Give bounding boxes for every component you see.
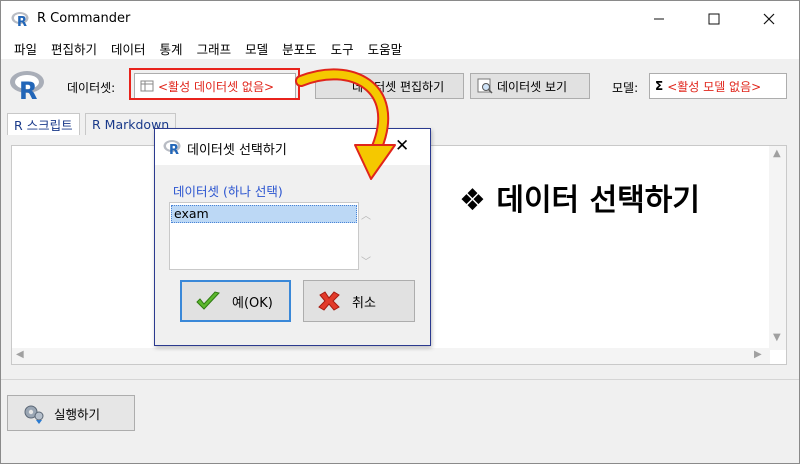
view-dataset-button[interactable]: 데이터셋 보기	[470, 73, 590, 99]
checkmark-icon	[196, 291, 220, 310]
view-dataset-label: 데이터셋 보기	[497, 79, 568, 94]
window-title: R Commander	[37, 11, 131, 26]
model-label: 모델:	[612, 81, 639, 95]
scroll-up-icon[interactable]: ▲	[773, 148, 781, 159]
list-item[interactable]: exam	[171, 205, 357, 223]
ok-button-label: 예(OK)	[232, 295, 273, 311]
r-commander-window: R R Commander 파일 편집하기 데이터 통계 그래프 모델 분포도 …	[0, 0, 800, 464]
cancel-button-label: 취소	[352, 295, 376, 311]
menu-distributions[interactable]: 분포도	[275, 39, 324, 58]
menu-help[interactable]: 도움말	[361, 39, 410, 58]
cancel-button[interactable]: 취소	[303, 280, 415, 322]
menu-models[interactable]: 모델	[238, 39, 275, 58]
maximize-button[interactable]	[691, 1, 737, 37]
close-icon	[763, 13, 775, 25]
highlight-box	[129, 68, 300, 100]
scroll-left-icon[interactable]: ◀	[16, 349, 24, 360]
dataset-label: 데이터셋:	[67, 81, 116, 95]
r-logo-icon: R	[163, 140, 181, 156]
active-model-value: <활성 모델 없음>	[667, 79, 762, 94]
vertical-scrollbar[interactable]: ▲ ▼	[769, 146, 786, 350]
run-button[interactable]: 실행하기	[7, 395, 135, 431]
menu-edit[interactable]: 편집하기	[44, 39, 104, 58]
list-scroll-up-icon[interactable]: ︿	[361, 207, 371, 222]
cross-icon	[318, 291, 340, 311]
list-scroll-down-icon[interactable]: ﹀	[361, 253, 371, 268]
svg-text:R: R	[19, 77, 37, 101]
minimize-button[interactable]	[636, 1, 682, 37]
dialog-title: 데이터셋 선택하기	[187, 143, 287, 158]
svg-text:R: R	[17, 15, 27, 28]
dataset-listbox[interactable]: exam	[169, 202, 359, 270]
r-logo-icon: R	[10, 71, 44, 101]
maximize-icon	[708, 13, 720, 25]
tab-r-script[interactable]: R 스크립트	[7, 113, 80, 135]
dataset-list-label: 데이터셋 (하나 선택)	[173, 184, 283, 199]
gears-icon	[24, 405, 44, 424]
menu-bar: 파일 편집하기 데이터 통계 그래프 모델 분포도 도구 도움말	[1, 37, 799, 59]
callout-arrow	[295, 68, 396, 180]
menu-statistics[interactable]: 통계	[153, 39, 190, 58]
run-button-label: 실행하기	[54, 406, 101, 422]
r-logo-icon: R	[11, 12, 29, 28]
scroll-down-icon[interactable]: ▼	[773, 332, 781, 343]
menu-graphs[interactable]: 그래프	[190, 39, 239, 58]
ok-button[interactable]: 예(OK)	[180, 280, 291, 322]
divider	[1, 379, 799, 380]
active-model-button[interactable]: Σ <활성 모델 없음>	[649, 73, 787, 99]
scroll-right-icon[interactable]: ▶	[754, 349, 762, 360]
minimize-icon	[654, 18, 664, 20]
sigma-icon: Σ	[655, 79, 664, 93]
magnifier-icon	[477, 78, 493, 94]
annotation-text: ❖ 데이터 선택하기	[459, 183, 700, 218]
svg-text:R: R	[169, 143, 179, 156]
menu-tools[interactable]: 도구	[324, 39, 361, 58]
menu-data[interactable]: 데이터	[104, 39, 153, 58]
close-button[interactable]	[746, 1, 792, 37]
title-bar: R R Commander	[1, 1, 799, 37]
menu-file[interactable]: 파일	[7, 39, 44, 58]
horizontal-scrollbar[interactable]: ◀ ▶	[12, 348, 770, 364]
